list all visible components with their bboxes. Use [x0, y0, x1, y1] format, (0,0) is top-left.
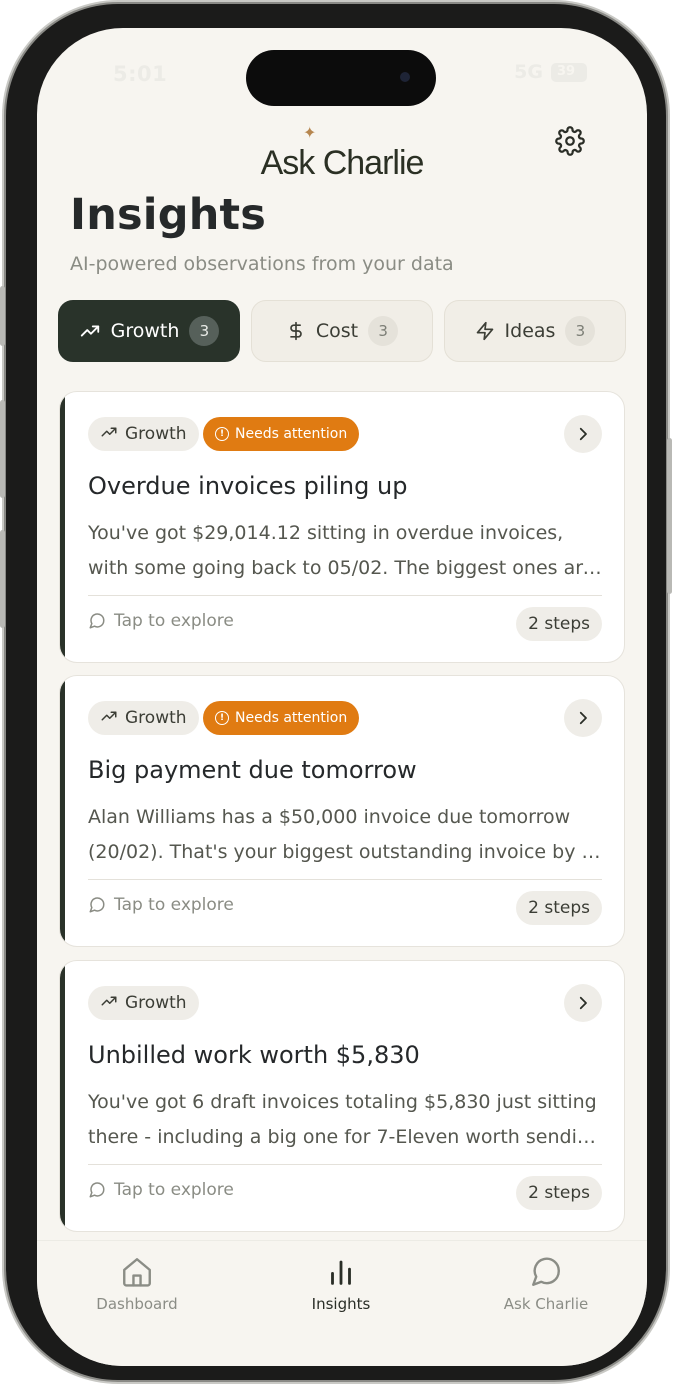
steps-badge: 2 steps [516, 891, 602, 925]
bottom-nav: Dashboard Insights Ask Charlie [37, 1240, 647, 1366]
insight-body: Alan Williams has a $50,000 invoice due … [88, 806, 594, 863]
explore-label: Tap to explore [114, 1180, 234, 1200]
trending-up-icon [100, 423, 118, 446]
tab-label: Ideas [504, 320, 556, 342]
badge-label: Needs attention [235, 710, 348, 726]
battery-level: 39 [557, 63, 576, 79]
phone-frame: 5:01 5G 39 Ask Charlie ✦ Insights AI-pow… [0, 4, 672, 1380]
category-label: Growth [125, 993, 187, 1013]
bar-chart-icon [331, 1260, 351, 1285]
steps-badge: 2 steps [516, 607, 602, 641]
alert-circle-icon: ! [215, 711, 229, 725]
volume-down-button [0, 530, 5, 628]
chat-bubble-icon [89, 613, 105, 629]
screen: 5:01 5G 39 Ask Charlie ✦ Insights AI-pow… [37, 28, 647, 1366]
power-button [667, 438, 672, 594]
volume-up-button [0, 400, 5, 498]
insight-card-overdue-invoices[interactable]: Growth ! Needs attention Overdue invoice… [59, 391, 625, 663]
category-label: Growth [125, 708, 187, 728]
category-label: Growth [125, 424, 187, 444]
chat-bubble-icon [89, 897, 105, 913]
category-tabs: Growth 3 Cost 3 Ideas 3 [58, 300, 626, 362]
tap-to-explore[interactable]: Tap to explore [88, 611, 234, 631]
tap-to-explore[interactable]: Tap to explore [88, 1180, 234, 1200]
chevron-right-icon [579, 711, 587, 725]
action-button [0, 286, 5, 346]
tab-count: 3 [368, 316, 399, 346]
lightning-icon [475, 320, 495, 342]
insight-title: Overdue invoices piling up [88, 472, 408, 500]
category-pill: Growth [88, 701, 199, 735]
badge-label: Needs attention [235, 426, 348, 442]
tab-ideas[interactable]: Ideas 3 [444, 300, 626, 362]
tab-label: Growth [110, 320, 180, 342]
divider [88, 1164, 602, 1165]
chat-bubble-icon [89, 1182, 105, 1198]
tab-cost[interactable]: Cost 3 [251, 300, 433, 362]
tap-to-explore[interactable]: Tap to explore [88, 895, 234, 915]
camera-dot [400, 72, 410, 82]
tab-growth[interactable]: Growth 3 [58, 300, 240, 362]
tab-count: 3 [189, 316, 220, 346]
page-subtitle: AI-powered observations from your data [70, 253, 454, 275]
trending-up-icon [79, 320, 101, 342]
insight-card-unbilled-work[interactable]: Growth Unbilled work worth $5,830 You've… [59, 960, 625, 1232]
sparkle-icon: ✦ [303, 123, 317, 142]
status-indicators: 5G 39 [514, 61, 587, 83]
open-insight-button[interactable] [564, 984, 602, 1022]
alert-circle-icon: ! [215, 427, 229, 441]
dynamic-island [246, 50, 436, 106]
insight-card-big-payment[interactable]: Growth ! Needs attention Big payment due… [59, 675, 625, 947]
divider [88, 595, 602, 596]
explore-label: Tap to explore [114, 895, 234, 915]
tab-label: Cost [315, 320, 359, 342]
category-pill: Growth [88, 417, 199, 451]
battery-icon: 39 [551, 62, 587, 82]
nav-label: Dashboard [96, 1295, 178, 1313]
category-pill: Growth [88, 986, 199, 1020]
status-time: 5:01 [113, 62, 168, 86]
home-icon [123, 1258, 151, 1287]
trending-up-icon [100, 992, 118, 1015]
insight-body: You've got 6 draft invoices totaling $5,… [88, 1091, 601, 1148]
divider [88, 879, 602, 880]
insight-body: You've got $29,014.12 sitting in overdue… [88, 522, 595, 579]
nav-insights[interactable]: Insights [266, 1255, 416, 1313]
needs-attention-badge: ! Needs attention [203, 417, 360, 451]
insight-title: Unbilled work worth $5,830 [88, 1041, 420, 1069]
tab-count: 3 [565, 316, 596, 346]
open-insight-button[interactable] [564, 415, 602, 453]
nav-ask-charlie[interactable]: Ask Charlie [471, 1255, 621, 1313]
explore-label: Tap to explore [114, 611, 234, 631]
page-title: Insights [70, 190, 267, 240]
dollar-icon [286, 320, 306, 342]
nav-dashboard[interactable]: Dashboard [62, 1255, 212, 1313]
open-insight-button[interactable] [564, 699, 602, 737]
nav-label: Insights [311, 1295, 371, 1313]
network-label: 5G [514, 61, 543, 83]
settings-gear-icon[interactable] [555, 126, 585, 156]
nav-label: Ask Charlie [503, 1295, 589, 1313]
chevron-right-icon [579, 996, 587, 1010]
chat-bubble-icon [532, 1257, 560, 1286]
needs-attention-badge: ! Needs attention [203, 701, 360, 735]
insight-title: Big payment due tomorrow [88, 756, 417, 784]
chevron-right-icon [579, 427, 587, 441]
steps-badge: 2 steps [516, 1176, 602, 1210]
trending-up-icon [100, 707, 118, 730]
